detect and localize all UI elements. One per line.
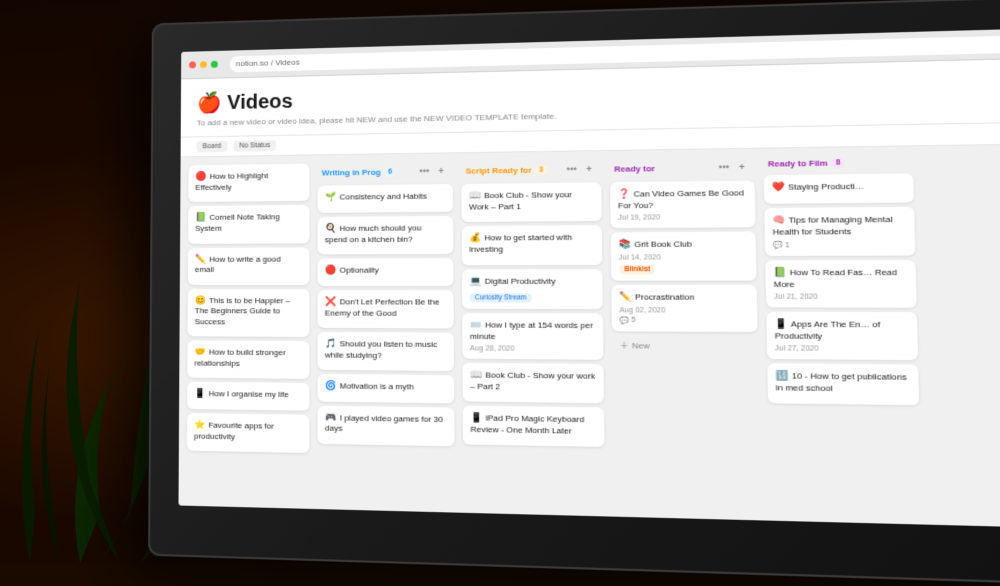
- card-digital-productivity[interactable]: 💻Digital Productivity Curiosity Stream: [462, 269, 603, 310]
- card-investing[interactable]: 💰How to get started with investing: [462, 226, 603, 265]
- app-content: 🍎 Videos To add a new video or video ide…: [178, 59, 1000, 528]
- browser-close-dot[interactable]: [189, 61, 196, 68]
- column-script-more[interactable]: •••: [564, 162, 579, 177]
- card-cornell[interactable]: 📗Cornell Note Taking System: [188, 205, 309, 243]
- column-ready-tor: Ready tor ••• + ❓Can Video Games Be Good…: [610, 158, 761, 512]
- card-motivation[interactable]: 🌀Motivation is a myth: [318, 374, 455, 403]
- monitor-frame: notion.so / Videos 🍎 Videos To add a new…: [148, 0, 1000, 586]
- column-readytor-add[interactable]: +: [734, 160, 750, 175]
- column-unlabeled: 🔴How to Highlight Effectively 📗Cornell N…: [187, 164, 310, 501]
- card-music[interactable]: 🎵Should you listen to music while studyi…: [318, 332, 454, 371]
- card-grit-book-club[interactable]: 📚Grit Book Club Jul 14, 2020 Blinkist: [611, 232, 757, 281]
- column-readytor-more[interactable]: •••: [716, 160, 732, 175]
- browser-max-dot[interactable]: [211, 61, 218, 68]
- column-script-header: Script Ready for 3 ••• +: [461, 160, 601, 180]
- card-apps-productivity[interactable]: 📱Apps Are The En… of Productivity Jul 27…: [766, 312, 918, 361]
- card-organise[interactable]: 📱How I organise my life: [187, 382, 309, 411]
- column-ready-tor-header: Ready tor ••• +: [610, 158, 755, 179]
- card-mental-health[interactable]: 🧠Tips for Managing Mental Health for Stu…: [764, 207, 915, 256]
- card-ipad-keyboard[interactable]: 📱iPad Pro Magic Keyboard Review - One Mo…: [463, 406, 605, 447]
- column-writing: Writing in Prog 6 ••• + 🌱Consistency and…: [318, 162, 455, 504]
- card-read-fast[interactable]: 📗How To Read Fas… Read More Jul 21, 2020: [765, 260, 916, 308]
- add-new-button[interactable]: ＋New: [612, 335, 758, 356]
- card-book-club-1[interactable]: 📖Book Club - Show your Work – Part 1: [461, 183, 601, 223]
- board-area: 🔴How to Highlight Effectively 📗Cornell N…: [178, 145, 1000, 528]
- column-writing-more[interactable]: •••: [417, 164, 432, 178]
- card-relationships[interactable]: 🤝How to build stronger relationships: [187, 340, 309, 379]
- card-staying-productive[interactable]: ❤️Staying Producti…: [764, 174, 914, 204]
- card-publications[interactable]: 🔢10 - How to get publications in med sch…: [767, 364, 919, 406]
- board-button[interactable]: Board: [197, 141, 228, 152]
- column-ready-film-header: Ready to Film 8: [763, 155, 913, 171]
- card-consistency[interactable]: 🌱Consistency and Habits: [318, 184, 453, 213]
- card-book-club-2[interactable]: 📖Book Club - Show your work – Part 2: [463, 363, 604, 404]
- card-fav-apps[interactable]: ⭐Favourite apps for productivity: [187, 413, 309, 453]
- card-video-games-30[interactable]: 🎮I played video games for 30 days: [318, 405, 455, 446]
- column-ready-film: Ready to Film 8 ❤️Staying Producti… 🧠Tip…: [763, 155, 922, 515]
- monitor-screen: notion.so / Videos 🍎 Videos To add a new…: [178, 28, 1000, 528]
- card-procrastination[interactable]: ✏️Procrastination Aug 02, 2020 💬5: [611, 285, 757, 332]
- filter-button[interactable]: No Status: [233, 140, 276, 152]
- column-script-add[interactable]: +: [581, 162, 596, 177]
- card-email[interactable]: ✏️How to write a good email: [188, 247, 310, 285]
- browser-min-dot[interactable]: [200, 61, 207, 68]
- card-happier[interactable]: 😊This is to be Happier – The Beginners G…: [188, 289, 310, 337]
- card-video-games-good[interactable]: ❓Can Video Games Be Good For You? Jul 19…: [610, 181, 756, 229]
- card-highlight[interactable]: 🔴How to Highlight Effectively: [188, 164, 309, 203]
- column-writing-header: Writing in Prog 6 ••• +: [318, 162, 453, 182]
- card-kitchen-bin[interactable]: 🍳How much should you spend on a kitchen …: [318, 216, 454, 255]
- monitor-bezel: notion.so / Videos 🍎 Videos To add a new…: [148, 0, 1000, 586]
- screen-content: notion.so / Videos 🍎 Videos To add a new…: [178, 28, 1000, 528]
- card-optionality[interactable]: 🔴Optionality: [318, 258, 454, 286]
- column-writing-add[interactable]: +: [434, 164, 449, 179]
- card-perfection[interactable]: ❌Don't Let Perfection Be the Enemy of th…: [318, 290, 454, 328]
- card-typing[interactable]: ⌨️How I type at 154 words per minute Aug…: [462, 313, 603, 360]
- column-script: Script Ready for 3 ••• + 📖Book Club - Sh…: [461, 160, 605, 508]
